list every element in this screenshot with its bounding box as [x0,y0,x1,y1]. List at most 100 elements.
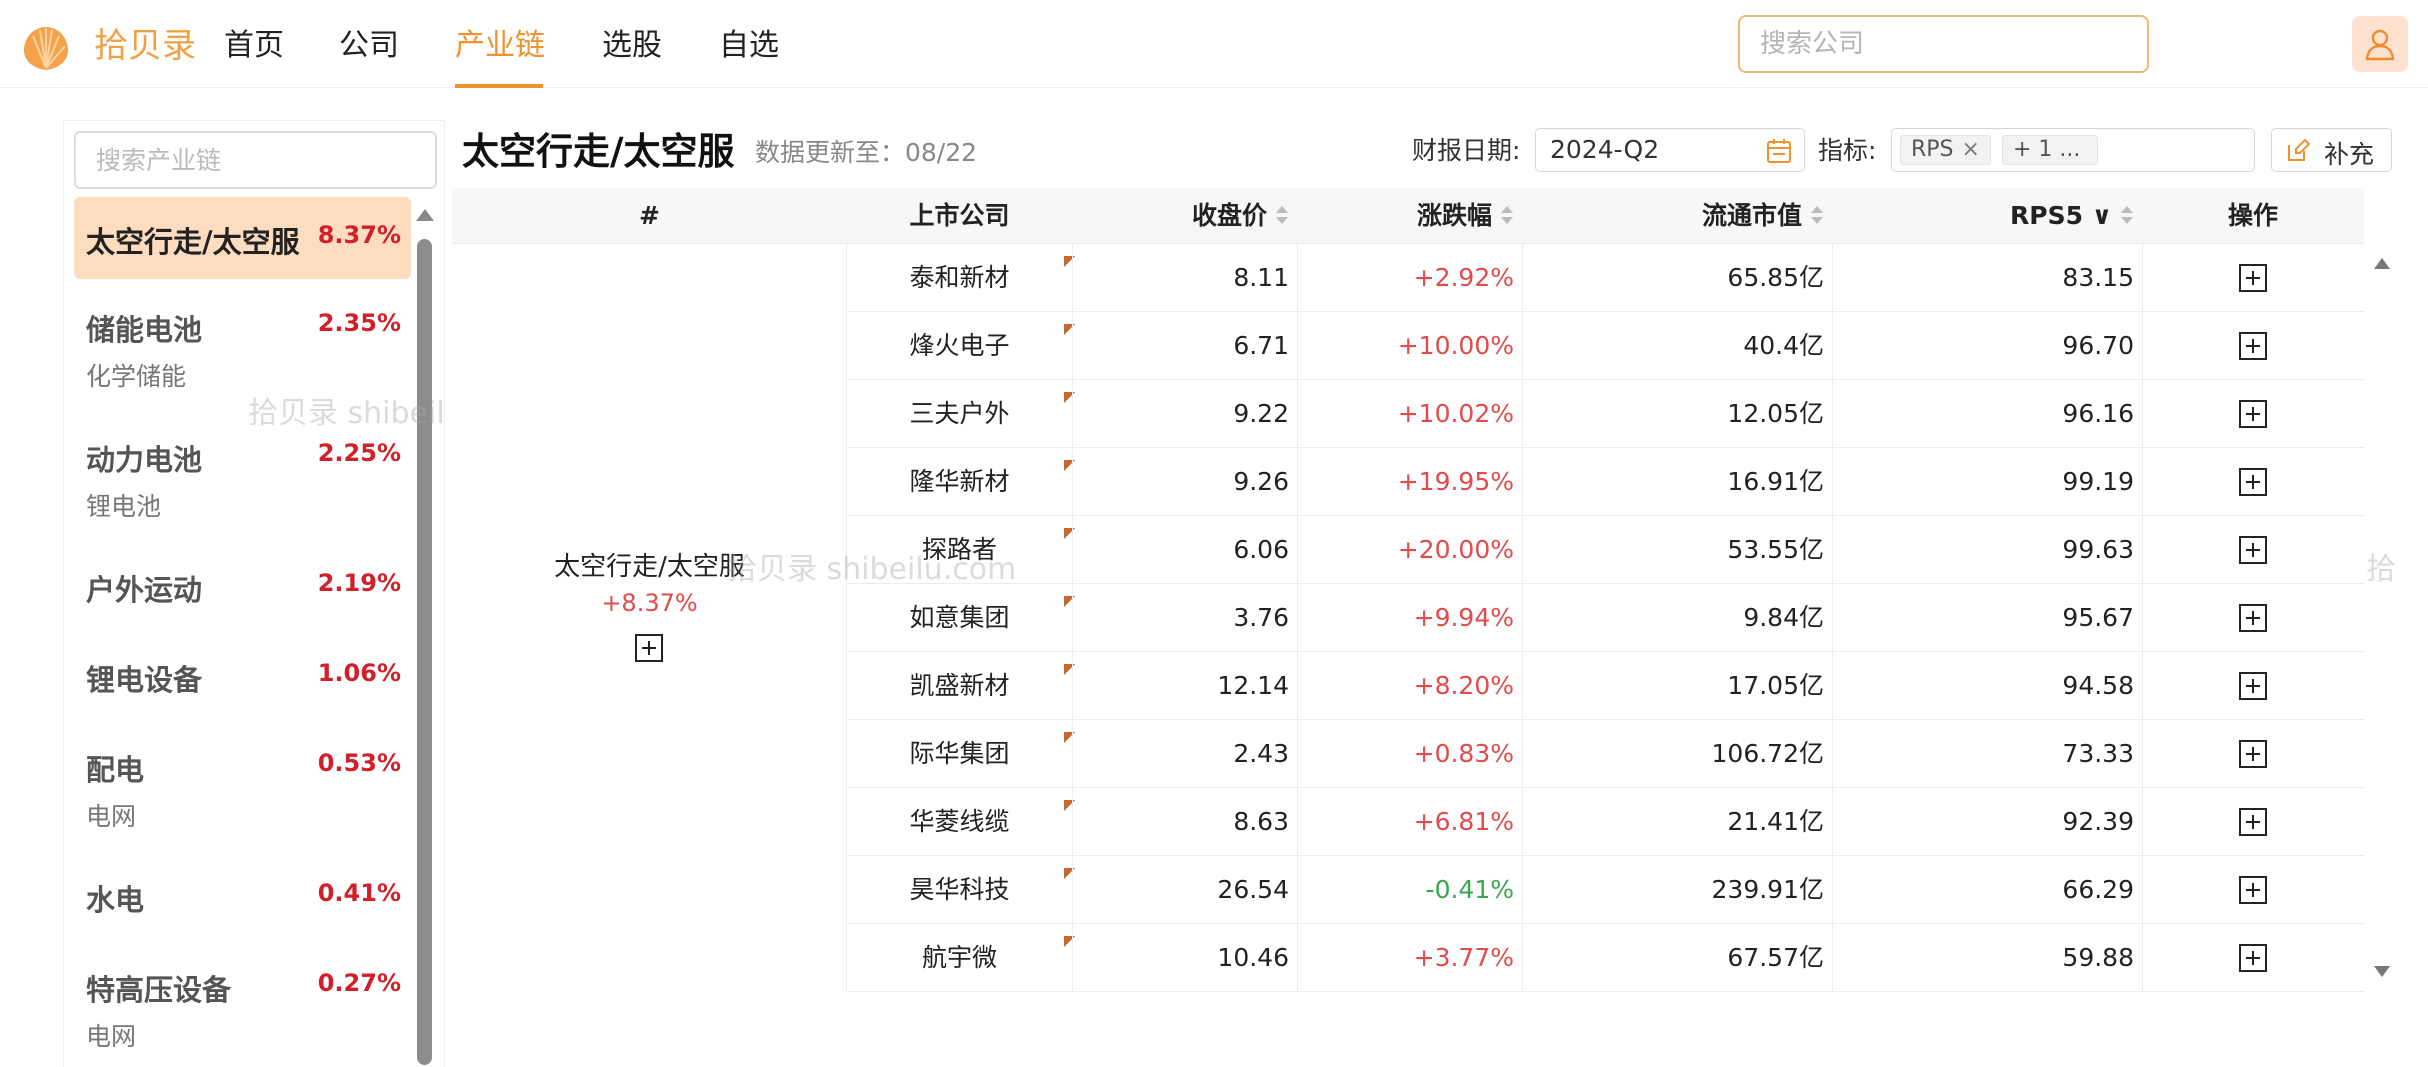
sidebar-item-name: 动力电池 [86,443,203,477]
company-name-cell[interactable]: 昊华科技 [847,856,1072,924]
stock-table: # 上市公司 收盘价 涨跌幅 流通市值 RPS5 ∨ 操作 太空行走/太空服 +… [452,188,2393,992]
sidebar-item-power-battery[interactable]: 动力电池 2.25% 锂电池 [74,415,411,541]
table-row[interactable]: 隆华新材 9.26 +19.95% 16.91亿 99.19 [847,448,2364,516]
nav-company[interactable]: 公司 [339,22,399,70]
table-scroll-up-arrow[interactable] [2374,258,2390,269]
add-to-watchlist-icon[interactable] [2239,332,2267,360]
sidebar-item-pct: 8.37% [317,221,401,249]
company-name-cell[interactable]: 航宇微 [847,924,1072,992]
shell-logo-icon[interactable] [20,22,72,74]
close-price-cell: 6.06 [1233,535,1289,564]
nav-home[interactable]: 首页 [224,22,284,70]
add-to-watchlist-icon[interactable] [2239,876,2267,904]
sidebar-item-storage-battery[interactable]: 储能电池 2.35% 化学储能 [74,285,411,411]
group-add-icon[interactable] [635,634,663,662]
sidebar-item-outdoor[interactable]: 户外运动 2.19% [74,545,411,629]
brand-name[interactable]: 拾贝录 [94,22,196,70]
table-row[interactable]: 凯盛新材 12.14 +8.20% 17.05亿 94.58 [847,652,2364,720]
col-market-cap[interactable]: 流通市值 [1522,188,1832,244]
company-name-cell[interactable]: 泰和新材 [847,244,1072,312]
table-row[interactable]: 三夫户外 9.22 +10.02% 12.05亿 96.16 [847,380,2364,448]
nav-industry-chain[interactable]: 产业链 [455,22,545,70]
add-to-watchlist-icon[interactable] [2239,740,2267,768]
column-divider [2142,312,2143,380]
company-name-cell[interactable]: 如意集团 [847,584,1072,652]
market-cap-cell: 9.84亿 [1743,603,1824,632]
table-row[interactable]: 航宇微 10.46 +3.77% 67.57亿 59.88 [847,924,2364,992]
table-row[interactable]: 昊华科技 26.54 -0.41% 239.91亿 66.29 [847,856,2364,924]
rps5-cell: 96.70 [2062,331,2134,360]
table-row[interactable]: 华菱线缆 8.63 +6.81% 21.41亿 92.39 [847,788,2364,856]
chain-search-input[interactable] [74,131,437,189]
sidebar-item-power-distribution[interactable]: 配电 0.53% 电网 [74,725,411,851]
add-to-watchlist-icon[interactable] [2239,400,2267,428]
company-name-cell[interactable]: 华菱线缆 [847,788,1072,856]
sidebar-item-name: 储能电池 [86,313,203,347]
top-header: 拾贝录 首页 公司 产业链 选股 自选 [0,0,2428,88]
col-close-price[interactable]: 收盘价 [1072,188,1297,244]
sidebar-item-sub: 电网 [86,1022,137,1051]
column-divider [2142,720,2143,788]
sidebar-item-space-suit[interactable]: 太空行走/太空服 8.37% [74,197,411,279]
add-to-watchlist-icon[interactable] [2239,264,2267,292]
column-divider [2142,856,2143,924]
column-divider [2142,924,2143,992]
table-row[interactable]: 烽火电子 6.71 +10.00% 40.4亿 96.70 [847,312,2364,380]
nav-watchlist[interactable]: 自选 [719,22,779,70]
company-name-cell[interactable]: 凯盛新材 [847,652,1072,720]
column-divider [2142,788,2143,856]
sidebar-scroll-up-arrow[interactable] [416,209,434,221]
sidebar-item-pct: 0.53% [317,749,401,777]
rps5-cell: 66.29 [2062,875,2134,904]
add-to-watchlist-icon[interactable] [2239,808,2267,836]
rps5-cell: 73.33 [2062,739,2134,768]
nav-stock-screen[interactable]: 选股 [602,22,662,70]
rps5-cell: 96.16 [2062,399,2134,428]
sidebar-item-name: 水电 [86,883,145,917]
column-divider [2142,244,2143,312]
table-row[interactable]: 探路者 6.06 +20.00% 53.55亿 99.63 [847,516,2364,584]
col-rps5[interactable]: RPS5 ∨ [1832,188,2142,244]
sidebar-item-hydropower[interactable]: 水电 0.41% [74,855,411,939]
rps5-cell: 83.15 [2062,263,2134,292]
column-divider [2142,448,2143,516]
company-name-cell[interactable]: 烽火电子 [847,312,1072,380]
col-change[interactable]: 涨跌幅 [1297,188,1522,244]
table-row[interactable]: 际华集团 2.43 +0.83% 106.72亿 73.33 [847,720,2364,788]
metric-tag-rps[interactable]: RPS × [1900,135,1991,165]
tag-remove-icon[interactable]: × [1962,137,1980,162]
report-date-picker[interactable]: 2024-Q2 [1535,128,1805,172]
sidebar-item-name: 户外运动 [86,573,203,607]
metric-select[interactable]: RPS × + 1 ... [1891,128,2255,172]
change-cell: -0.41% [1425,875,1514,904]
company-search-input[interactable] [1738,15,2149,73]
add-to-watchlist-icon[interactable] [2239,672,2267,700]
metric-tag-more[interactable]: + 1 ... [2002,135,2098,165]
sidebar-item-lithium-equipment[interactable]: 锂电设备 1.06% [74,635,411,719]
table-scroll-down-arrow[interactable] [2374,966,2390,977]
column-divider [2142,584,2143,652]
sidebar-item-name: 锂电设备 [86,663,203,697]
sidebar-item-sub: 电网 [86,802,137,831]
add-to-watchlist-icon[interactable] [2239,944,2267,972]
sidebar-item-pct: 2.35% [317,309,401,337]
add-to-watchlist-icon[interactable] [2239,468,2267,496]
sidebar-item-pct: 2.25% [317,439,401,467]
add-to-watchlist-icon[interactable] [2239,536,2267,564]
sidebar-item-uhv-equipment[interactable]: 特高压设备 0.27% 电网 [74,945,411,1067]
add-to-watchlist-icon[interactable] [2239,604,2267,632]
company-name-cell[interactable]: 隆华新材 [847,448,1072,516]
company-name-cell[interactable]: 际华集团 [847,720,1072,788]
table-header: # 上市公司 收盘价 涨跌幅 流通市值 RPS5 ∨ 操作 [452,188,2364,244]
table-row[interactable]: 如意集团 3.76 +9.94% 9.84亿 95.67 [847,584,2364,652]
column-divider [2142,516,2143,584]
company-name-cell[interactable]: 三夫户外 [847,380,1072,448]
table-row[interactable]: 泰和新材 8.11 +2.92% 65.85亿 83.15 [847,244,2364,312]
company-name-cell[interactable]: 探路者 [847,516,1072,584]
supplement-button[interactable]: 补充 [2271,128,2392,172]
sidebar-item-pct: 0.41% [317,879,401,907]
close-price-cell: 8.11 [1233,263,1289,292]
user-avatar[interactable] [2352,16,2408,72]
sidebar-scrollbar[interactable] [417,239,432,1065]
sidebar-item-pct: 1.06% [317,659,401,687]
